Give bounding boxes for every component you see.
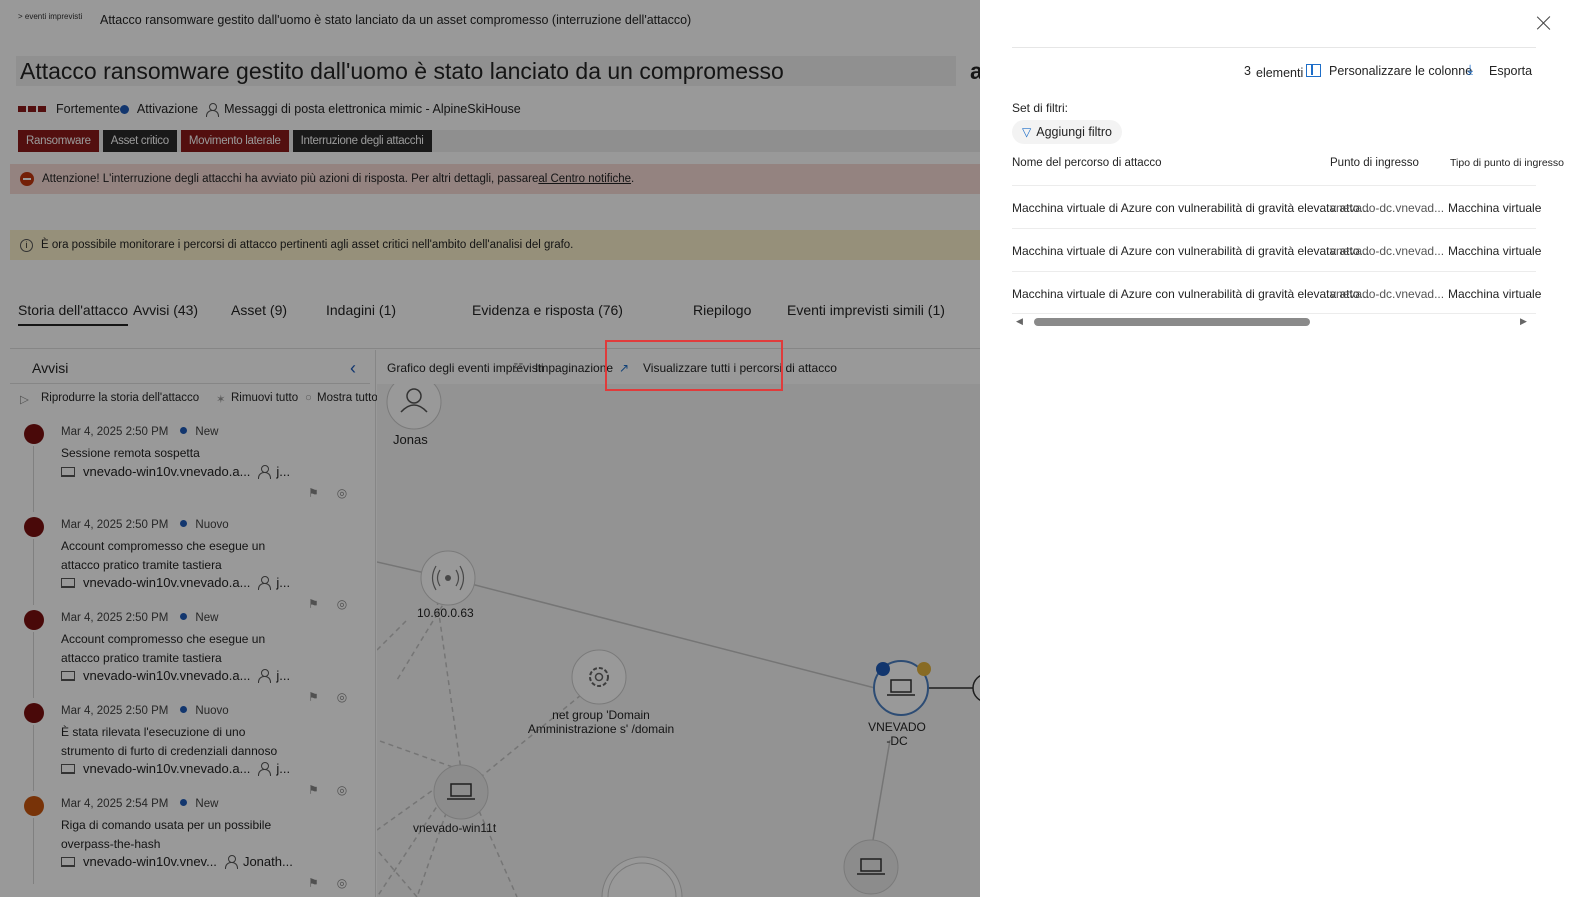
incident-page: > eventi imprevisti Attacco ransomware g…	[0, 0, 980, 897]
attack-paths-flyout: 3 elementi Personalizzare le colonne ⤓ E…	[980, 0, 1578, 897]
horizontal-scrollbar[interactable]: ◀ ▶	[1012, 313, 1536, 329]
grid-header: Nome del percorso di attacco Punto di in…	[1012, 157, 1578, 173]
modal-overlay[interactable]	[0, 0, 980, 897]
filter-icon: ▽	[1022, 125, 1032, 139]
row-entry: vnevado-dc.vnevad...	[1330, 244, 1445, 258]
column-entry-point-type[interactable]: Tipo di punto di ingresso	[1450, 157, 1564, 169]
scroll-right-icon[interactable]: ▶	[1520, 316, 1527, 327]
columns-icon	[1306, 64, 1321, 77]
export-button[interactable]: Esporta	[1489, 64, 1532, 78]
item-count: 3	[1244, 64, 1251, 78]
filter-set-label: Set di filtri:	[1012, 101, 1069, 115]
column-entry-point[interactable]: Punto di ingresso	[1330, 157, 1419, 169]
add-filter-button[interactable]: ▽ Aggiungi filtro	[1012, 120, 1122, 144]
scroll-left-icon[interactable]: ◀	[1016, 316, 1023, 327]
table-row[interactable]: Macchina virtuale di Azure con vulnerabi…	[1012, 228, 1541, 270]
row-name: Macchina virtuale di Azure con vulnerabi…	[1012, 287, 1370, 301]
scroll-thumb[interactable]	[1034, 318, 1310, 326]
highlight-box	[605, 340, 783, 391]
close-icon[interactable]	[1535, 14, 1553, 32]
row-name: Macchina virtuale di Azure con vulnerabi…	[1012, 244, 1370, 258]
command-bar: 3 elementi Personalizzare le colonne ⤓ E…	[1244, 61, 1564, 82]
row-name: Macchina virtuale di Azure con vulnerabi…	[1012, 201, 1370, 215]
item-count-label: elementi	[1256, 66, 1304, 80]
row-entry: vnevado-dc.vnevad...	[1330, 287, 1445, 301]
customize-columns-button[interactable]: Personalizzare le colonne	[1329, 64, 1472, 78]
column-attack-path-name[interactable]: Nome del percorso di attacco	[1012, 157, 1162, 169]
table-row[interactable]: Macchina virtuale di Azure con vulnerabi…	[1012, 185, 1541, 227]
row-type: Macchina virtuale	[1448, 244, 1542, 258]
row-type: Macchina virtuale	[1448, 201, 1542, 215]
add-filter-label: Aggiungi filtro	[1036, 125, 1112, 139]
row-entry: vnevado-dc.vnevad...	[1330, 201, 1445, 215]
row-type: Macchina virtuale	[1448, 287, 1542, 301]
table-row[interactable]: Macchina virtuale di Azure con vulnerabi…	[1012, 271, 1541, 313]
download-icon: ⤓	[1467, 61, 1474, 77]
